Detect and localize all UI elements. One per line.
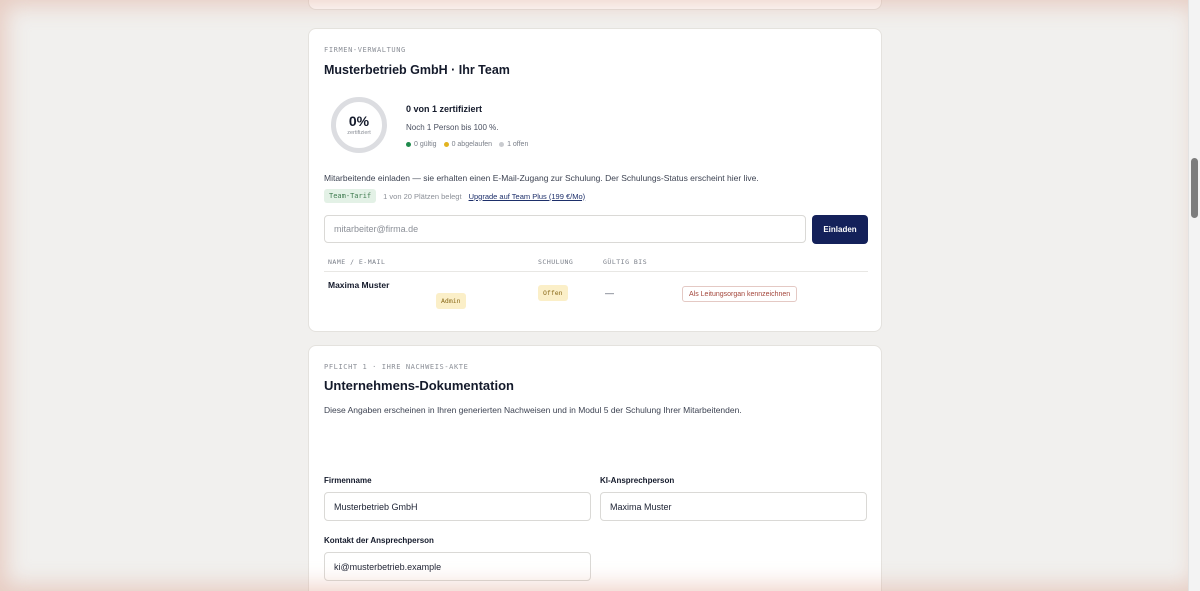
ai-contact-person-input[interactable]	[600, 492, 867, 521]
legend-expired-dot	[443, 142, 449, 147]
docs-description: Diese Angaben erscheinen in Ihren generi…	[324, 405, 742, 415]
legend-open-label: 1 offen	[507, 141, 529, 148]
certification-progress-ring: 0% zertifiziert	[331, 97, 387, 153]
remaining-count: Noch 1 Person bis 100 %.	[406, 123, 499, 132]
table-divider	[324, 271, 868, 272]
legend-expired-label: 0 abgelaufen	[451, 141, 493, 148]
legend-valid: 0 gültig	[406, 141, 437, 148]
seat-usage: 1 von 20 Plätzen belegt	[383, 191, 462, 201]
contact-email-input[interactable]	[324, 552, 591, 581]
legend-open-dot	[499, 142, 505, 147]
team-eyebrow: FIRMEN-VERWALTUNG	[324, 46, 406, 54]
certified-count: 0 von 1 zertifiziert	[406, 104, 483, 114]
legend-open: 1 offen	[499, 141, 528, 148]
member-name: Maxima Muster	[328, 280, 390, 290]
scrollbar-thumb[interactable]	[1191, 158, 1198, 218]
company-name-label: Firmenname	[324, 476, 372, 485]
company-name-input[interactable]	[324, 492, 591, 521]
column-header-name: NAME / E-MAIL	[328, 258, 386, 266]
column-header-training: SCHULUNG	[538, 258, 574, 266]
contact-email-label: Kontakt der Ansprechperson	[324, 536, 434, 545]
legend-valid-label: 0 gültig	[414, 141, 437, 148]
column-header-valid-until: GÜLTIG BIS	[603, 258, 648, 266]
ai-contact-person-label: KI-Ansprechperson	[600, 476, 675, 485]
status-legend: 0 gültig 0 abgelaufen 1 offen	[406, 141, 528, 148]
progress-caption: zertifiziert	[347, 130, 371, 136]
legend-expired: 0 abgelaufen	[443, 141, 493, 148]
tarif-badge: Team-Tarif	[324, 189, 377, 203]
team-title: Musterbetrieb GmbH · Ihr Team	[324, 63, 510, 77]
admin-badge: Admin	[436, 293, 466, 309]
docs-title: Unternehmens-Dokumentation	[324, 378, 514, 393]
upgrade-link[interactable]: Upgrade auf Team Plus (199 €/Mo)	[469, 192, 586, 201]
mark-leadership-button[interactable]: Als Leitungsorgan kennzeichnen	[682, 286, 798, 302]
company-documentation-card: PFLICHT 1 · IHRE NACHWEIS-AKTE Unternehm…	[308, 345, 882, 591]
team-management-card: FIRMEN-VERWALTUNG Musterbetrieb GmbH · I…	[308, 28, 882, 332]
tarif-row: Team-Tarif 1 von 20 Plätzen belegt Upgra…	[324, 189, 585, 203]
scrollbar[interactable]	[1188, 0, 1200, 591]
valid-until-value: —	[605, 288, 614, 298]
docs-eyebrow: PFLICHT 1 · IHRE NACHWEIS-AKTE	[324, 363, 469, 371]
legend-valid-dot	[406, 142, 411, 147]
invite-button[interactable]: Einladen	[812, 215, 868, 244]
previous-card	[308, 0, 882, 10]
invite-email-input[interactable]	[324, 215, 806, 243]
training-status-badge: Offen	[538, 285, 568, 301]
invite-description: Mitarbeitende einladen — sie erhalten ei…	[324, 173, 759, 183]
progress-percent: 0%	[348, 113, 370, 129]
